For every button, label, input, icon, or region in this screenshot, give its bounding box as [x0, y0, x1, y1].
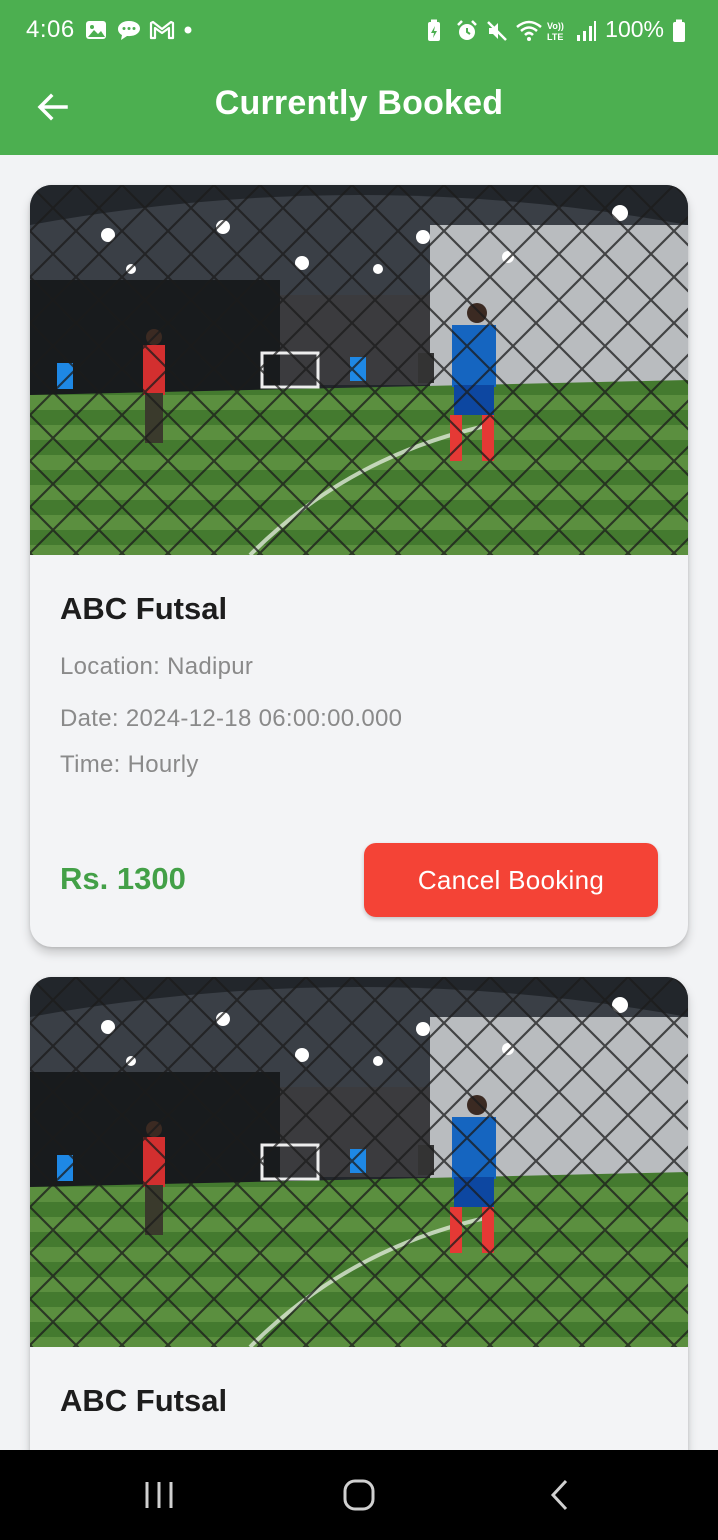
system-nav-bar [0, 1450, 718, 1540]
svg-text:Vo)): Vo)) [547, 21, 564, 31]
status-bar-left: 4:06 [26, 16, 203, 44]
chat-icon [117, 19, 140, 41]
booking-time: Time: Hourly [60, 751, 199, 778]
recents-icon [145, 1482, 173, 1508]
booking-location: Location: Nadipur [60, 653, 254, 680]
app-bar: Currently Booked [0, 66, 718, 155]
booking-date: Date: 2024-12-18 06:00:00.000 [60, 705, 403, 732]
booking-card[interactable]: ABC Futsal [30, 977, 688, 1450]
mute-icon [485, 19, 508, 41]
venue-name: ABC Futsal [60, 1383, 228, 1418]
home-icon [343, 1479, 375, 1511]
cancel-booking-button[interactable]: Cancel Booking [364, 843, 658, 917]
home-button[interactable] [329, 1472, 389, 1518]
status-bar: 4:06 Vo)) LTE 100% [0, 0, 718, 66]
booking-list[interactable]: ABC Futsal Location: Nadipur Date: 2024-… [0, 155, 718, 1450]
volte-icon: Vo)) LTE [545, 19, 567, 42]
booking-price: Rs. 1300 [60, 861, 186, 896]
dot-icon [181, 19, 203, 41]
wifi-icon [515, 19, 542, 41]
battery-saver-icon [425, 19, 447, 41]
nav-back-button[interactable] [530, 1472, 590, 1518]
venue-name: ABC Futsal [60, 591, 228, 626]
alarm-icon [455, 19, 478, 41]
battery-icon [672, 19, 694, 42]
futsal-photo [30, 185, 688, 555]
svg-text:LTE: LTE [547, 32, 563, 42]
gmail-icon [149, 19, 174, 41]
booking-card[interactable]: ABC Futsal Location: Nadipur Date: 2024-… [30, 185, 688, 947]
signal-icon [575, 19, 597, 41]
gallery-icon [85, 19, 107, 41]
battery-percent: 100% [605, 16, 664, 42]
status-time: 4:06 [26, 16, 75, 43]
page-title: Currently Booked [214, 84, 504, 122]
back-icon [550, 1479, 568, 1511]
status-bar-right: Vo)) LTE 100% [425, 16, 694, 43]
futsal-photo [30, 977, 688, 1347]
recents-button[interactable] [129, 1472, 189, 1518]
